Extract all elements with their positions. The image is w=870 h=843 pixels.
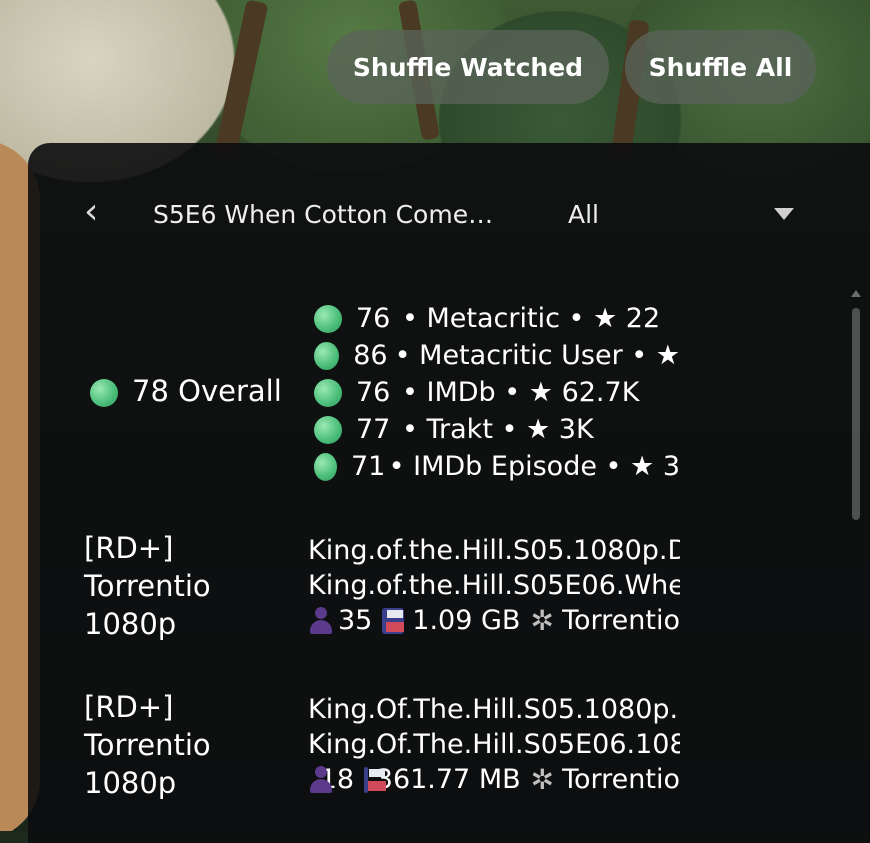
episode-topbar: ‹ S5E6 When Cotton Come… All (0, 190, 870, 242)
rating-source: • Metacritic • ★ 22 (402, 303, 661, 334)
stream-filename: King.Of.The.Hill.S05E06.108 (308, 729, 680, 760)
ratings-list: 76 • Metacritic • ★ 22 86 • Metacritic U… (314, 300, 680, 485)
seeders-count: 35 (337, 605, 373, 636)
gear-icon: ✲ (530, 762, 555, 796)
chevron-left-icon[interactable]: ‹ (84, 190, 108, 238)
episode-title: S5E6 When Cotton Come… (153, 200, 494, 229)
stream-provider: [RD+] (84, 690, 174, 724)
rating-row: 77 • Trakt • ★ 3K (314, 411, 680, 448)
rating-row: 86 • Metacritic User • ★ (314, 337, 680, 374)
scrollbar[interactable] (852, 308, 860, 520)
stream-info: King.of.the.Hill.S05.1080p.D King.of.the… (308, 533, 680, 638)
file-size: 361.77 MB (375, 764, 521, 795)
stream-filename: King.of.the.Hill.S05.1080p.D (308, 535, 680, 566)
stream-quality: 1080p (84, 607, 177, 641)
rating-dot-icon (90, 379, 118, 407)
rating-dot-icon (314, 304, 342, 333)
stream-addon: Torrentio (84, 569, 211, 603)
rating-row: 71 • IMDb Episode • ★ 3 (314, 448, 680, 485)
shuffle-watched-label: Shuffle Watched (352, 52, 584, 82)
file-size: 1.09 GB (412, 605, 521, 636)
rating-dot-icon (314, 452, 337, 481)
overall-score: 78 (132, 374, 169, 408)
filter-select[interactable]: All (568, 200, 599, 229)
gear-icon: ✲ (530, 603, 555, 637)
rating-dot-icon (314, 415, 342, 444)
rating-score: 76 (356, 377, 391, 408)
scroll-up-arrow-icon[interactable] (851, 290, 861, 297)
stream-addon: Torrentio (84, 728, 211, 762)
rating-row: 76 • Metacritic • ★ 22 (314, 300, 680, 337)
stream-filename: King.of.the.Hill.S05E06.Whe (308, 570, 680, 601)
stream-label: [RD+] Torrentio 1080p (84, 529, 211, 643)
user-icon (308, 765, 331, 794)
overall-label: Overall (178, 374, 282, 408)
shuffle-all-button[interactable]: Shuffle All (625, 30, 816, 104)
stream-info: King.Of.The.Hill.S05.1080p. King.Of.The.… (308, 692, 680, 797)
stream-source: Torrentio (562, 605, 680, 636)
rating-source: • Trakt • ★ 3K (402, 414, 594, 445)
rating-dot-icon (314, 378, 342, 407)
caret-down-icon[interactable] (774, 208, 794, 220)
stream-quality: 1080p (84, 766, 177, 800)
rating-score: 77 (356, 414, 391, 445)
stream-label: [RD+] Torrentio 1080p (84, 688, 211, 802)
shuffle-all-label: Shuffle All (648, 52, 793, 82)
rating-source: • IMDb • ★ 62.7K (402, 377, 640, 408)
rating-score: 71 (350, 451, 386, 482)
floppy-disk-icon (364, 766, 385, 793)
rating-dot-icon (314, 341, 340, 370)
stream-filename: King.Of.The.Hill.S05.1080p. (308, 694, 679, 725)
floppy-disk-icon (382, 607, 405, 634)
rating-source: • Metacritic User • ★ (394, 340, 680, 371)
rating-row: 76 • IMDb • ★ 62.7K (314, 374, 680, 411)
shuffle-watched-button[interactable]: Shuffle Watched (327, 30, 609, 104)
stream-source: Torrentio (562, 764, 680, 795)
user-icon (308, 606, 332, 635)
overall-rating: 78 Overall (90, 374, 282, 408)
rating-source: • IMDb Episode • ★ 3 (388, 451, 680, 482)
stream-provider: [RD+] (84, 531, 174, 565)
rating-score: 76 (356, 303, 391, 334)
rating-score: 86 (353, 340, 388, 371)
